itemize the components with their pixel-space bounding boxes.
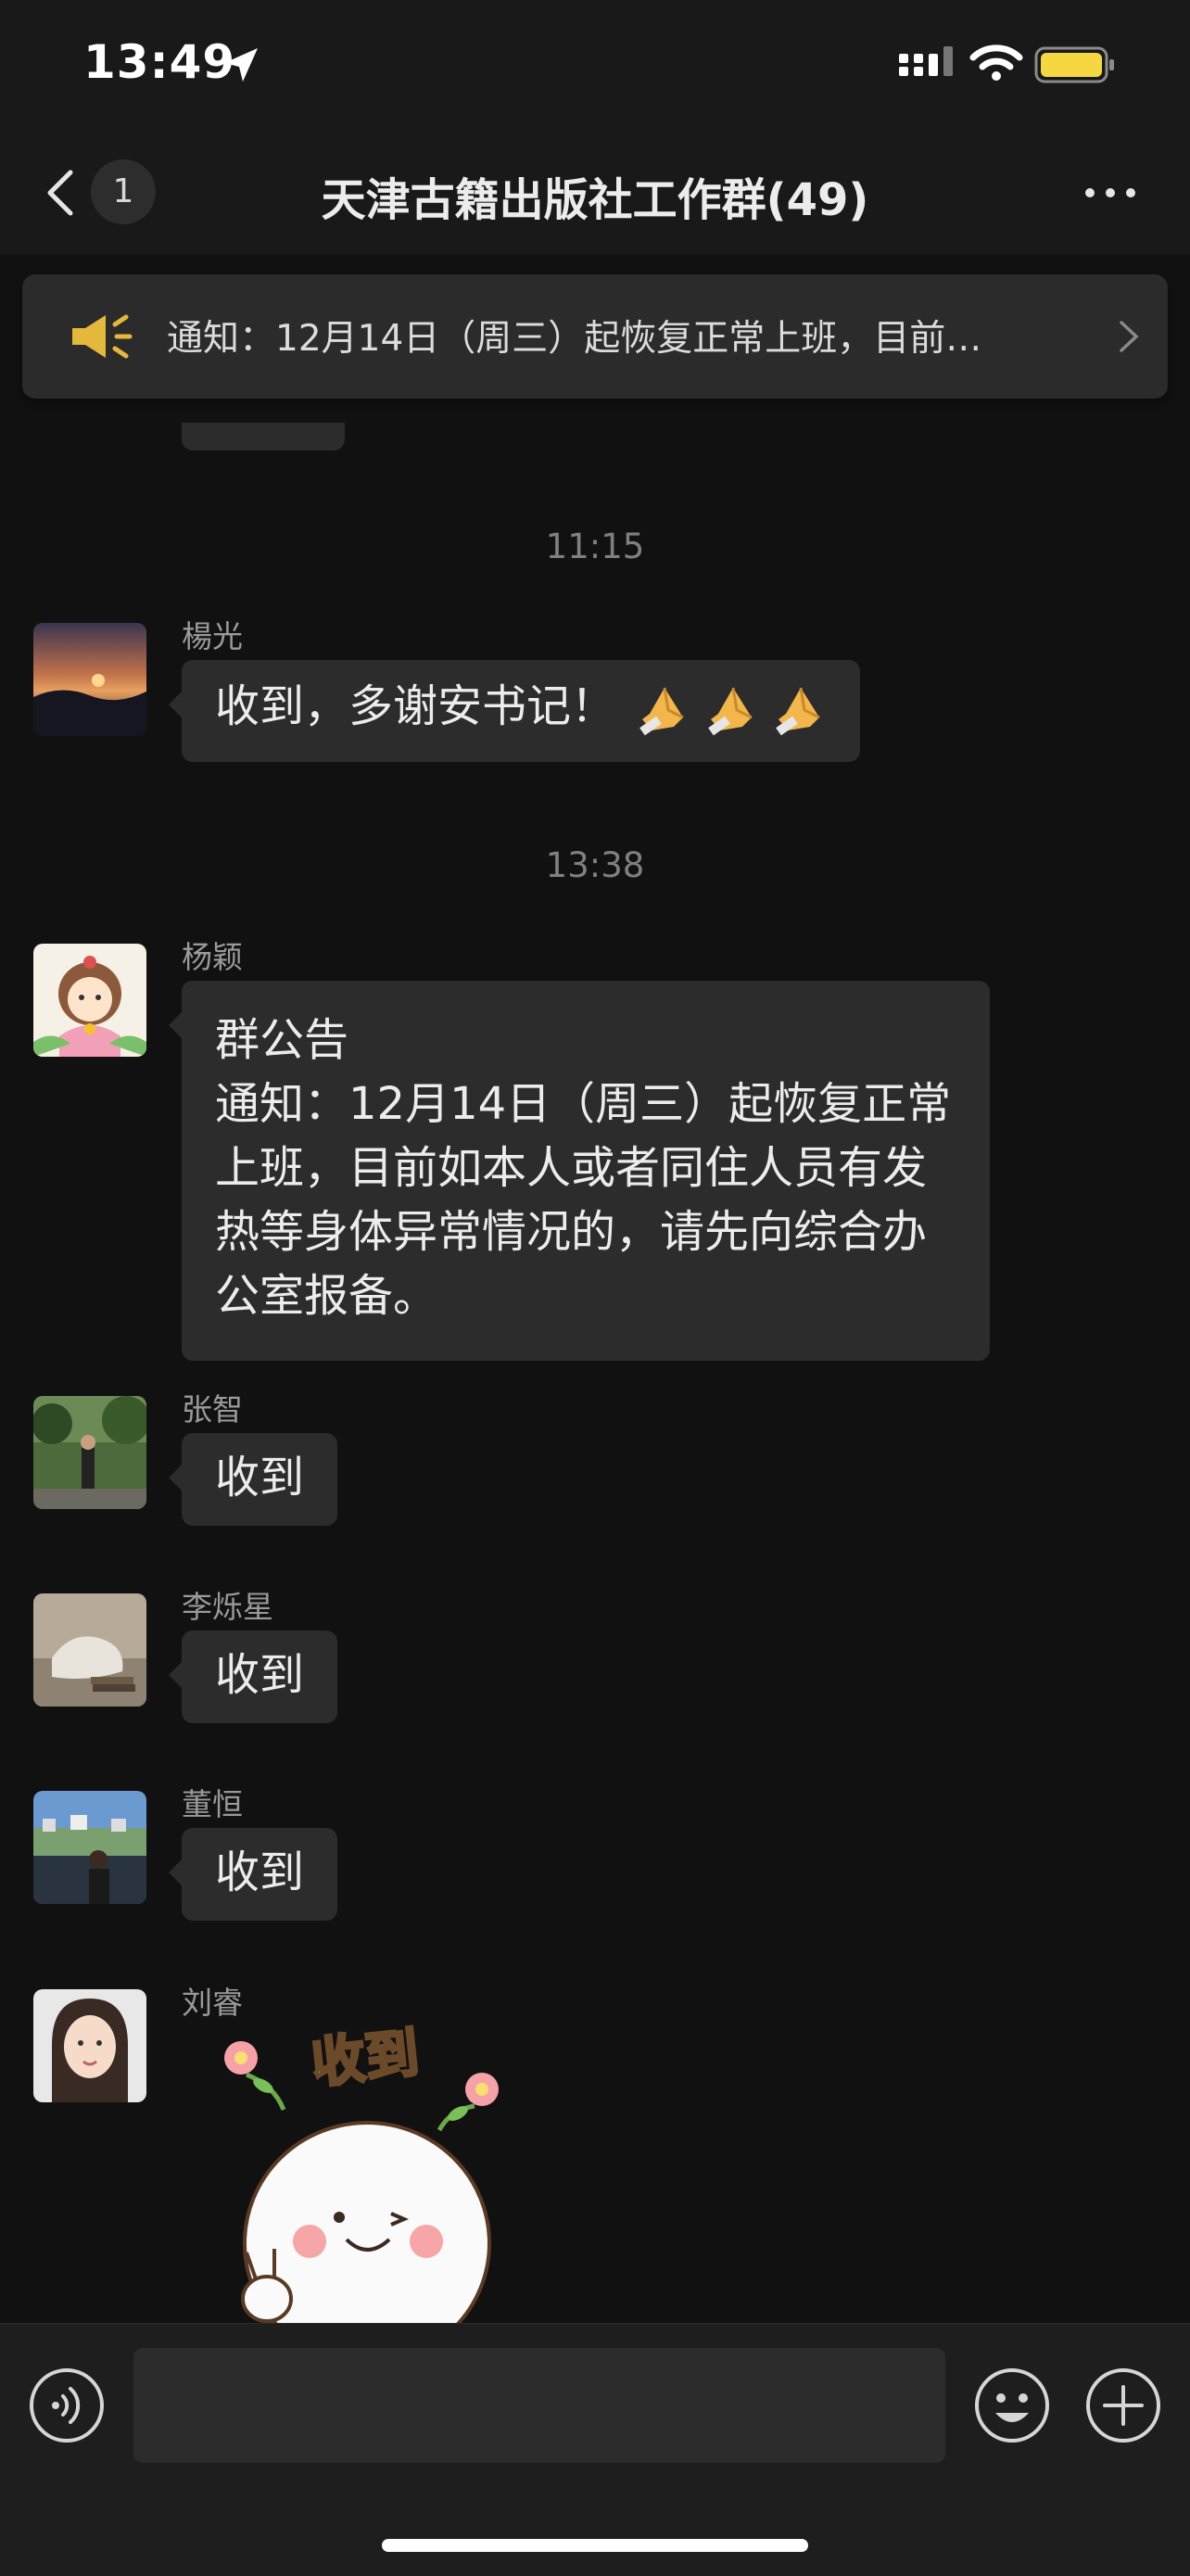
sender-name: 李烁星 — [182, 1589, 273, 1625]
chat-header: 1 天津古籍出版社工作群(49) — [0, 130, 1190, 255]
pray-hands-emoji — [639, 687, 684, 736]
sender-name: 董恒 — [182, 1786, 243, 1822]
pray-hands-emoji — [775, 687, 820, 736]
wifi-icon — [969, 44, 1023, 81]
message-bubble[interactable]: 群公告 通知：12月14日（周三）起恢复正常上班，目前如本人或者同住人员有发热等… — [169, 981, 990, 1361]
group-notice-banner[interactable]: 通知：12月14日（周三）起恢复正常上班，目前… — [22, 274, 1168, 399]
more-dots-icon[interactable] — [1082, 184, 1138, 202]
timestamp: 13:38 — [545, 845, 645, 885]
battery-icon — [1034, 46, 1114, 83]
sender-name: 杨颖 — [182, 939, 243, 975]
message-text: 通知：12月14日（周三）起恢复正常上班，目前如本人或者同住人员有发热等身体异常… — [215, 1078, 952, 1323]
message-input[interactable] — [133, 2348, 945, 2463]
sender-name: 张智 — [182, 1391, 243, 1428]
sticker-image[interactable]: 收到 — [209, 2021, 525, 2323]
plus-icon[interactable] — [1084, 2367, 1162, 2444]
avatar[interactable] — [33, 623, 146, 736]
timestamp: 11:15 — [545, 527, 645, 566]
message-text: 收到 — [215, 1846, 305, 1898]
message-text: 收到 — [215, 1452, 305, 1504]
sticker-label: 收到 — [309, 2021, 422, 2095]
sender-name: 刘睿 — [182, 1985, 243, 2021]
sender-name: 楊光 — [182, 618, 243, 654]
input-bar — [0, 2323, 1190, 2576]
message-list[interactable]: 11:15 楊光 收到，多谢安书记！ 13:38 杨颖 群公告 通知：12月14… — [0, 423, 1190, 2323]
pray-hands-emoji — [707, 687, 753, 736]
avatar[interactable] — [33, 1791, 146, 1904]
message-bubble[interactable]: 收到，多谢安书记！ — [169, 660, 860, 762]
speaker-icon — [72, 314, 133, 359]
avatar[interactable] — [33, 944, 146, 1057]
home-indicator — [382, 2539, 808, 2552]
notice-text: 通知：12月14日（周三）起恢复正常上班，目前… — [167, 318, 982, 360]
status-bar: 13:49 — [0, 0, 1190, 130]
chevron-right-icon — [1120, 321, 1139, 352]
cellular-signal-icon — [899, 46, 953, 76]
chevron-left-icon[interactable] — [41, 167, 82, 219]
avatar[interactable] — [33, 1593, 146, 1707]
unread-count-badge[interactable]: 1 — [91, 159, 156, 224]
message-bubble[interactable]: 收到 — [168, 1433, 338, 1526]
location-arrow-icon — [224, 48, 258, 82]
message-text: 收到 — [215, 1649, 305, 1701]
emoji-group — [637, 682, 827, 736]
announcement-heading: 群公告 — [215, 1014, 349, 1066]
message-bubble[interactable]: 收到 — [168, 1631, 338, 1723]
message-bubble[interactable]: 收到 — [168, 1828, 338, 1921]
chat-title: 天津古籍出版社工作群(49) — [321, 174, 869, 226]
message-text: 收到，多谢安书记！ — [215, 680, 616, 732]
voice-input-icon[interactable] — [28, 2367, 106, 2444]
previous-message-bubble — [182, 423, 345, 450]
avatar[interactable] — [33, 1396, 146, 1509]
avatar[interactable] — [33, 1989, 146, 2102]
status-time: 13:49 — [83, 35, 236, 89]
smiley-icon[interactable] — [973, 2367, 1051, 2444]
